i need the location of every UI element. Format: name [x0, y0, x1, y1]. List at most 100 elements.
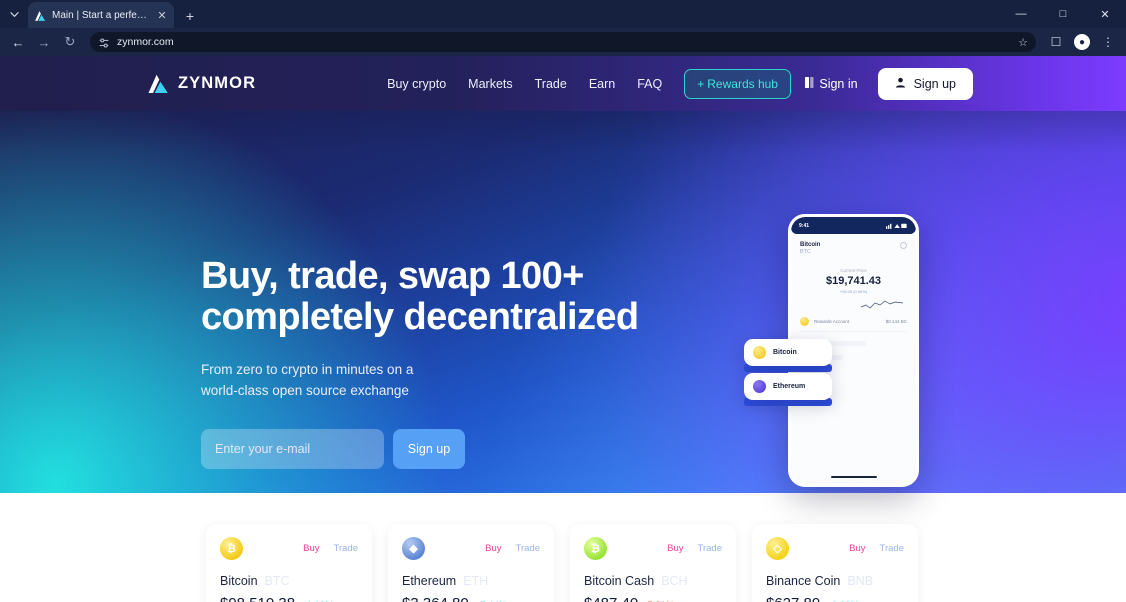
login-icon	[805, 76, 814, 91]
tab-search-area	[0, 0, 28, 28]
buy-button[interactable]: Buy	[667, 543, 683, 554]
site-header: ZYNMOR Buy crypto Markets Trade Earn FAQ…	[0, 56, 1126, 111]
coin-symbol: BTC	[264, 574, 290, 588]
email-signup-form: Sign up	[201, 429, 639, 470]
price-card-actions: Buy Trade	[485, 543, 540, 554]
price-card-header: ◇ Buy Trade	[766, 537, 904, 560]
phone-current-price: $19,741.43	[825, 275, 882, 287]
phone-price-label: Current Price	[840, 268, 867, 273]
coin-symbol: BNB	[847, 574, 874, 588]
trade-button[interactable]: Trade	[698, 543, 722, 554]
phone-coin-name: Bitcoin	[800, 242, 821, 248]
price-card-binance-coin[interactable]: ◇ Buy Trade Binance Coin BNB $627.89 +2.…	[752, 524, 918, 602]
nav-item-faq[interactable]: FAQ	[637, 77, 662, 91]
hero-sign-up-button[interactable]: Sign up	[393, 429, 465, 470]
price-card-actions: Buy Trade	[303, 543, 358, 554]
price-card-ethereum[interactable]: ◆ Buy Trade Ethereum ETH $3,364.80 +7.44…	[388, 524, 554, 602]
phone-sparkline	[800, 299, 907, 310]
price-card-bitcoin-cash[interactable]: ₿ Buy Trade Bitcoin Cash BCH $487.40 -5.…	[570, 524, 736, 602]
three-dot-menu-icon[interactable]: ⋮	[1096, 30, 1120, 54]
floating-card-bitcoin[interactable]: Bitcoin	[744, 339, 832, 366]
trade-button[interactable]: Trade	[516, 543, 540, 554]
tab-title: Main | Start a perfect journey	[52, 9, 150, 21]
avatar: ●	[1074, 34, 1090, 50]
nav-item-buy-crypto[interactable]: Buy crypto	[387, 77, 446, 91]
plus-icon: +	[697, 76, 705, 91]
bitcoin-coin-icon	[753, 346, 766, 359]
price-card-actions: Buy Trade	[849, 543, 904, 554]
nav-item-markets[interactable]: Markets	[468, 77, 512, 91]
maximize-icon[interactable]: □	[1042, 0, 1084, 28]
chevron-down-icon[interactable]	[4, 4, 24, 24]
window-controls: — □ ✕	[1000, 0, 1126, 28]
price-card-header: ₿ Buy Trade	[584, 537, 722, 560]
hero-subtitle: From zero to crypto in minutes on a worl…	[201, 362, 414, 399]
browser-window: Main | Start a perfect journey ✕ + — □ ✕…	[0, 0, 1126, 602]
coin-name: Bitcoin Cash	[584, 574, 655, 588]
price-card-actions: Buy Trade	[667, 543, 722, 554]
phone-rewards-value: $0.144 BC	[885, 319, 907, 324]
coin-name: Bitcoin	[220, 574, 258, 588]
tab-strip: Main | Start a perfect journey ✕ + — □ ✕	[0, 0, 1126, 28]
price-card-header: ₿ Buy Trade	[220, 537, 358, 560]
nav-item-trade[interactable]: Trade	[535, 77, 567, 91]
price-card-price-row: $487.40 -5.21%	[584, 595, 722, 602]
phone-time: 9:41	[799, 222, 810, 229]
hero-title: Buy, trade, swap 100+ completely decentr…	[201, 255, 639, 339]
phone-coin-symbol: BTC	[800, 249, 811, 255]
main-nav: Buy crypto Markets Trade Earn FAQ + Rewa…	[387, 68, 791, 99]
trade-button[interactable]: Trade	[334, 543, 358, 554]
floating-card-ethereum[interactable]: Ethereum	[744, 373, 832, 400]
zynmor-logo-icon	[34, 9, 46, 21]
close-icon[interactable]: ✕	[156, 9, 168, 22]
address-bar[interactable]: zynmor.com ☆	[90, 32, 1036, 52]
buy-button[interactable]: Buy	[485, 543, 501, 554]
person-icon	[895, 77, 906, 91]
bitcoin-coin-icon	[800, 317, 809, 326]
phone-rewards-row[interactable]: Rewards Account $0.144 BC	[800, 317, 907, 332]
price-card-header: ◆ Buy Trade	[402, 537, 540, 560]
minimize-icon[interactable]: —	[1000, 0, 1042, 28]
phone-status-bar: 9:41	[791, 217, 916, 234]
back-arrow-icon[interactable]: ←	[6, 30, 30, 54]
close-icon[interactable]: ✕	[1084, 0, 1126, 28]
rewards-hub-button[interactable]: + Rewards hub	[684, 68, 791, 99]
star-icon[interactable]: ☆	[1018, 36, 1028, 49]
hero-copy: Buy, trade, swap 100+ completely decentr…	[201, 255, 639, 470]
brand-logo[interactable]: ZYNMOR	[147, 74, 256, 94]
reload-icon[interactable]: ↻	[58, 30, 82, 54]
buy-button[interactable]: Buy	[849, 543, 865, 554]
coin-price: $3,364.80	[402, 595, 469, 602]
zynmor-mountain-logo-icon	[147, 74, 169, 94]
buy-button[interactable]: Buy	[303, 543, 319, 554]
rewards-hub-label: Rewards hub	[707, 76, 778, 91]
forward-arrow-icon[interactable]: →	[32, 30, 56, 54]
tune-icon[interactable]	[98, 36, 110, 48]
gear-icon[interactable]	[900, 242, 907, 249]
price-card-list: ₿ Buy Trade Bitcoin BTC $98,510.38 +1.19…	[206, 524, 918, 602]
brand-name: ZYNMOR	[178, 74, 257, 92]
floating-card-label: Ethereum	[773, 383, 806, 390]
trade-button[interactable]: Trade	[880, 543, 904, 554]
email-input[interactable]	[201, 429, 384, 470]
toolbar-right-actions: ☐ ● ⋮	[1044, 30, 1120, 54]
price-card-price-row: $627.89 +2.66%	[766, 595, 904, 602]
phone-price-change: +08.08 (0.98%)	[839, 289, 868, 294]
profile-avatar-icon[interactable]: ●	[1070, 30, 1094, 54]
nav-item-earn[interactable]: Earn	[589, 77, 615, 91]
phone-rewards-label: Rewards Account	[814, 319, 850, 324]
coin-name: Binance Coin	[766, 574, 841, 588]
coin-price: $627.89	[766, 595, 820, 602]
price-card-name-row: Ethereum ETH	[402, 574, 540, 588]
price-card-bitcoin[interactable]: ₿ Buy Trade Bitcoin BTC $98,510.38 +1.19…	[206, 524, 372, 602]
browser-toolbar: ← → ↻ zynmor.com ☆ ☐ ● ⋮	[0, 28, 1126, 56]
browser-tab[interactable]: Main | Start a perfect journey ✕	[28, 2, 174, 28]
price-card-price-row: $3,364.80 +7.44%	[402, 595, 540, 602]
floating-card-label: Bitcoin	[773, 349, 797, 356]
sign-in-button[interactable]: Sign in	[805, 76, 858, 91]
side-panel-icon[interactable]: ☐	[1044, 30, 1068, 54]
price-card-name-row: Bitcoin Cash BCH	[584, 574, 722, 588]
new-tab-button[interactable]: +	[178, 4, 202, 28]
sign-up-button[interactable]: Sign up	[877, 67, 973, 100]
price-card-price-row: $98,510.38 +1.19%	[220, 595, 358, 602]
